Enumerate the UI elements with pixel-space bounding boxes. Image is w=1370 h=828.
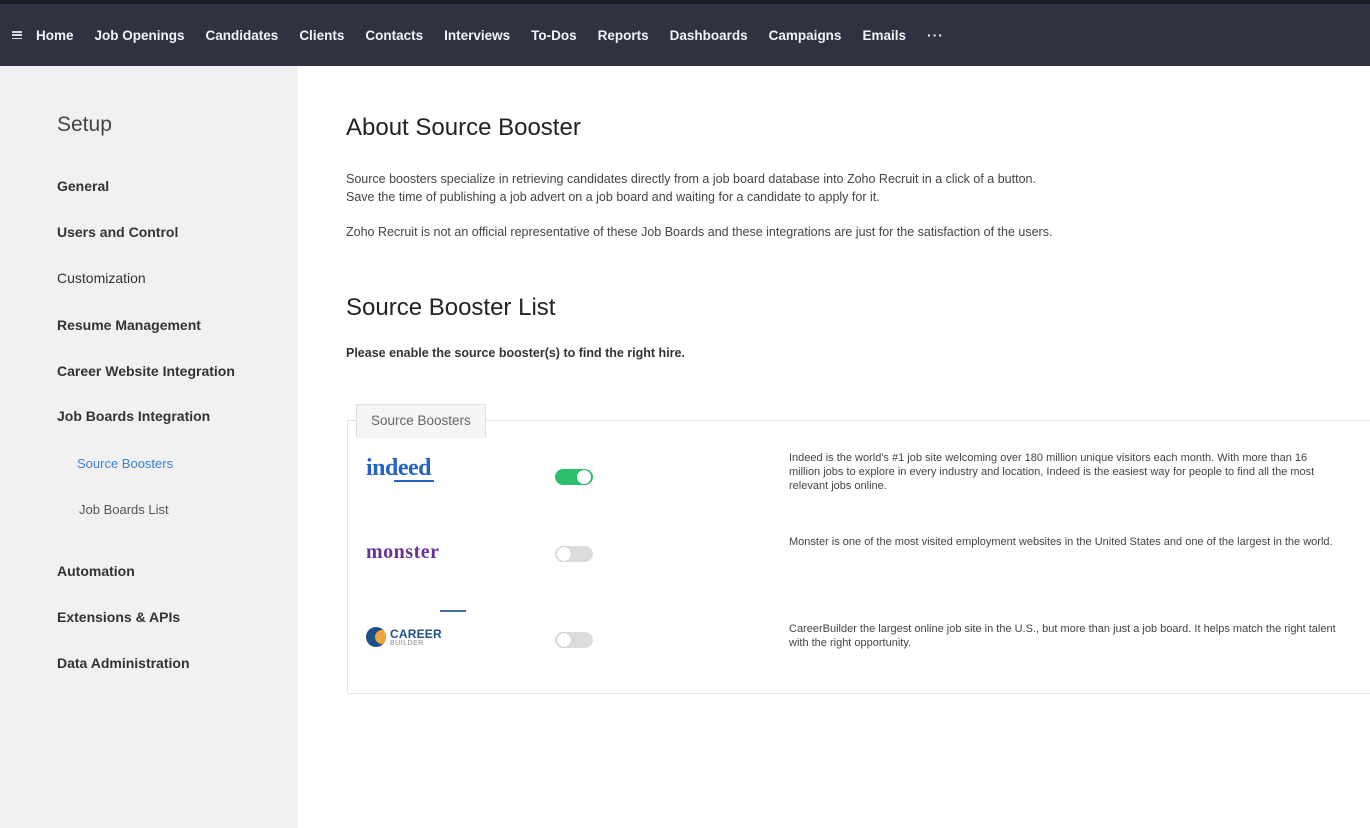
nav-campaigns[interactable]: Campaigns: [769, 28, 842, 43]
about-description-line-1: Source boosters specialize in retrieving…: [346, 172, 1036, 186]
monster-description: Monster is one of the most visited emplo…: [789, 536, 1333, 548]
hamburger-menu-icon[interactable]: [12, 31, 22, 39]
nav-emails[interactable]: Emails: [862, 28, 906, 43]
nav-home[interactable]: Home: [36, 28, 74, 43]
monster-logo: monster: [366, 541, 440, 563]
about-source-booster-title: About Source Booster: [346, 114, 581, 141]
sidebar-title: Setup: [57, 113, 112, 136]
careerbuilder-logo-accent: [440, 610, 466, 612]
setup-sidebar: Setup General Users and Control Customiz…: [0, 66, 298, 828]
sidebar-subitem-job-boards-list[interactable]: Job Boards List: [79, 502, 169, 517]
nav-dashboards[interactable]: Dashboards: [670, 28, 748, 43]
tab-source-boosters[interactable]: Source Boosters: [356, 404, 486, 438]
careerbuilder-logo: CAREER BUILDER: [366, 627, 442, 647]
nav-reports[interactable]: Reports: [598, 28, 649, 43]
sidebar-item-users-and-control[interactable]: Users and Control: [57, 224, 178, 240]
nav-clients[interactable]: Clients: [299, 28, 344, 43]
about-description-line-2: Save the time of publishing a job advert…: [346, 190, 880, 204]
source-booster-hint: Please enable the source booster(s) to f…: [346, 346, 685, 360]
sidebar-item-job-boards-integration[interactable]: Job Boards Integration: [57, 408, 210, 424]
sidebar-item-customization[interactable]: Customization: [57, 270, 146, 286]
careerbuilder-emblem-icon: [366, 627, 386, 647]
top-navigation-bar: Home Job Openings Candidates Clients Con…: [0, 0, 1370, 66]
indeed-description: Indeed is the world's #1 job site welcom…: [789, 452, 1315, 492]
sidebar-item-resume-management[interactable]: Resume Management: [57, 317, 201, 333]
sidebar-subitem-source-boosters[interactable]: Source Boosters: [77, 456, 173, 471]
source-booster-list-title: Source Booster List: [346, 294, 556, 321]
source-boosters-panel: Source Boosters indeed Indeed is the wor…: [347, 404, 1370, 694]
about-disclaimer: Zoho Recruit is not an official represen…: [346, 225, 1053, 239]
sidebar-item-extensions-apis[interactable]: Extensions & APIs: [57, 609, 180, 625]
indeed-toggle[interactable]: [555, 469, 593, 485]
sidebar-item-data-administration[interactable]: Data Administration: [57, 655, 190, 671]
careerbuilder-toggle[interactable]: [555, 632, 593, 648]
monster-toggle[interactable]: [555, 546, 593, 562]
indeed-logo: indeed: [366, 455, 434, 482]
more-options-icon[interactable]: ···: [927, 27, 944, 43]
nav-candidates[interactable]: Candidates: [206, 28, 279, 43]
nav-interviews[interactable]: Interviews: [444, 28, 510, 43]
nav-to-dos[interactable]: To-Dos: [531, 28, 577, 43]
sidebar-item-general[interactable]: General: [57, 178, 109, 194]
careerbuilder-description: CareerBuilder the largest online job sit…: [789, 623, 1336, 649]
sidebar-item-career-website-integration[interactable]: Career Website Integration: [57, 363, 235, 379]
sidebar-item-automation[interactable]: Automation: [57, 563, 135, 579]
nav-contacts[interactable]: Contacts: [365, 28, 423, 43]
main-content: About Source Booster Source boosters spe…: [346, 66, 1370, 828]
nav-job-openings[interactable]: Job Openings: [95, 28, 185, 43]
